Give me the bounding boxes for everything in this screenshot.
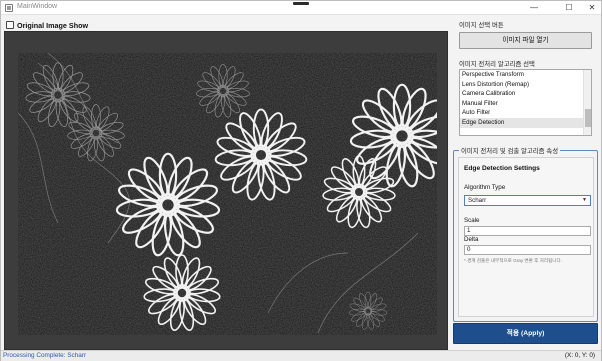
drag-grip-icon[interactable] — [293, 2, 309, 5]
properties-legend: 이미지 전처리 및 검출 알고리즘 속성 — [459, 146, 561, 155]
list-item-selected[interactable]: Edge Detection — [460, 117, 591, 128]
algorithm-type-value: Scharr — [468, 197, 487, 204]
original-image-toggle[interactable]: Original Image Show — [6, 19, 88, 31]
info-note: * 경계 검출은 내부적으로 Gray 변환 후 처리됩니다. — [464, 258, 563, 263]
image-viewer[interactable] — [4, 31, 448, 350]
chevron-down-icon: ▼ — [582, 197, 587, 203]
scale-input[interactable]: 1 — [464, 226, 591, 236]
settings-title: Edge Detection Settings — [464, 165, 540, 172]
list-item[interactable]: Auto Filter — [460, 108, 591, 118]
algorithm-section-label: 이미지 전처리 알고리즘 선택 — [459, 61, 535, 68]
properties-panel: Edge Detection Settings Algorithm Type S… — [458, 157, 594, 317]
algorithm-type-select[interactable]: Scharr ▼ — [464, 195, 591, 206]
status-bar: Processing Complete: Scharr (X: 0, Y: 0) — [1, 350, 601, 361]
apply-button[interactable]: 적용 (Apply) — [453, 323, 598, 344]
algorithm-list[interactable]: Perspective Transform Lens Distortion (R… — [459, 69, 592, 136]
processed-image — [18, 53, 437, 335]
original-image-label: Original Image Show — [17, 20, 89, 30]
algorithm-type-label: Algorithm Type — [464, 184, 506, 191]
list-scrollbar[interactable] — [583, 70, 591, 135]
scrollbar-thumb[interactable] — [585, 109, 591, 127]
list-item[interactable]: Manual Filter — [460, 99, 591, 109]
original-image-checkbox[interactable] — [6, 21, 14, 29]
status-message: Processing Complete: Scharr — [3, 352, 87, 359]
open-image-button[interactable]: 이미지 파일 열기 — [459, 32, 592, 49]
scale-label: Scale — [464, 217, 480, 224]
list-item[interactable]: Perspective Transform — [460, 70, 591, 80]
list-item[interactable]: Camera Calibration — [460, 89, 591, 99]
list-item[interactable]: Lens Distortion (Remap) — [460, 80, 591, 90]
properties-group: 이미지 전처리 및 검출 알고리즘 속성 Edge Detection Sett… — [453, 146, 598, 322]
app-icon — [5, 4, 13, 12]
cursor-coordinates: (X: 0, Y: 0) — [564, 352, 595, 359]
file-section-label: 이미지 선택 버튼 — [459, 22, 504, 29]
window-title: MainWindow — [17, 3, 58, 10]
close-button[interactable]: ✕ — [579, 1, 602, 14]
control-panel: 이미지 선택 버튼 이미지 파일 열기 이미지 전처리 알고리즘 선택 Pers… — [449, 17, 601, 350]
delta-label: Delta — [464, 236, 479, 243]
minimize-button[interactable]: — — [521, 1, 547, 14]
title-bar[interactable]: MainWindow — ☐ ✕ — [1, 1, 601, 15]
image-panel: Original Image Show — [4, 17, 448, 350]
main-window: MainWindow — ☐ ✕ Original Image Show 이미지… — [0, 0, 602, 361]
delta-input[interactable]: 0 — [464, 245, 591, 255]
edge-detection-output-image — [18, 53, 437, 335]
